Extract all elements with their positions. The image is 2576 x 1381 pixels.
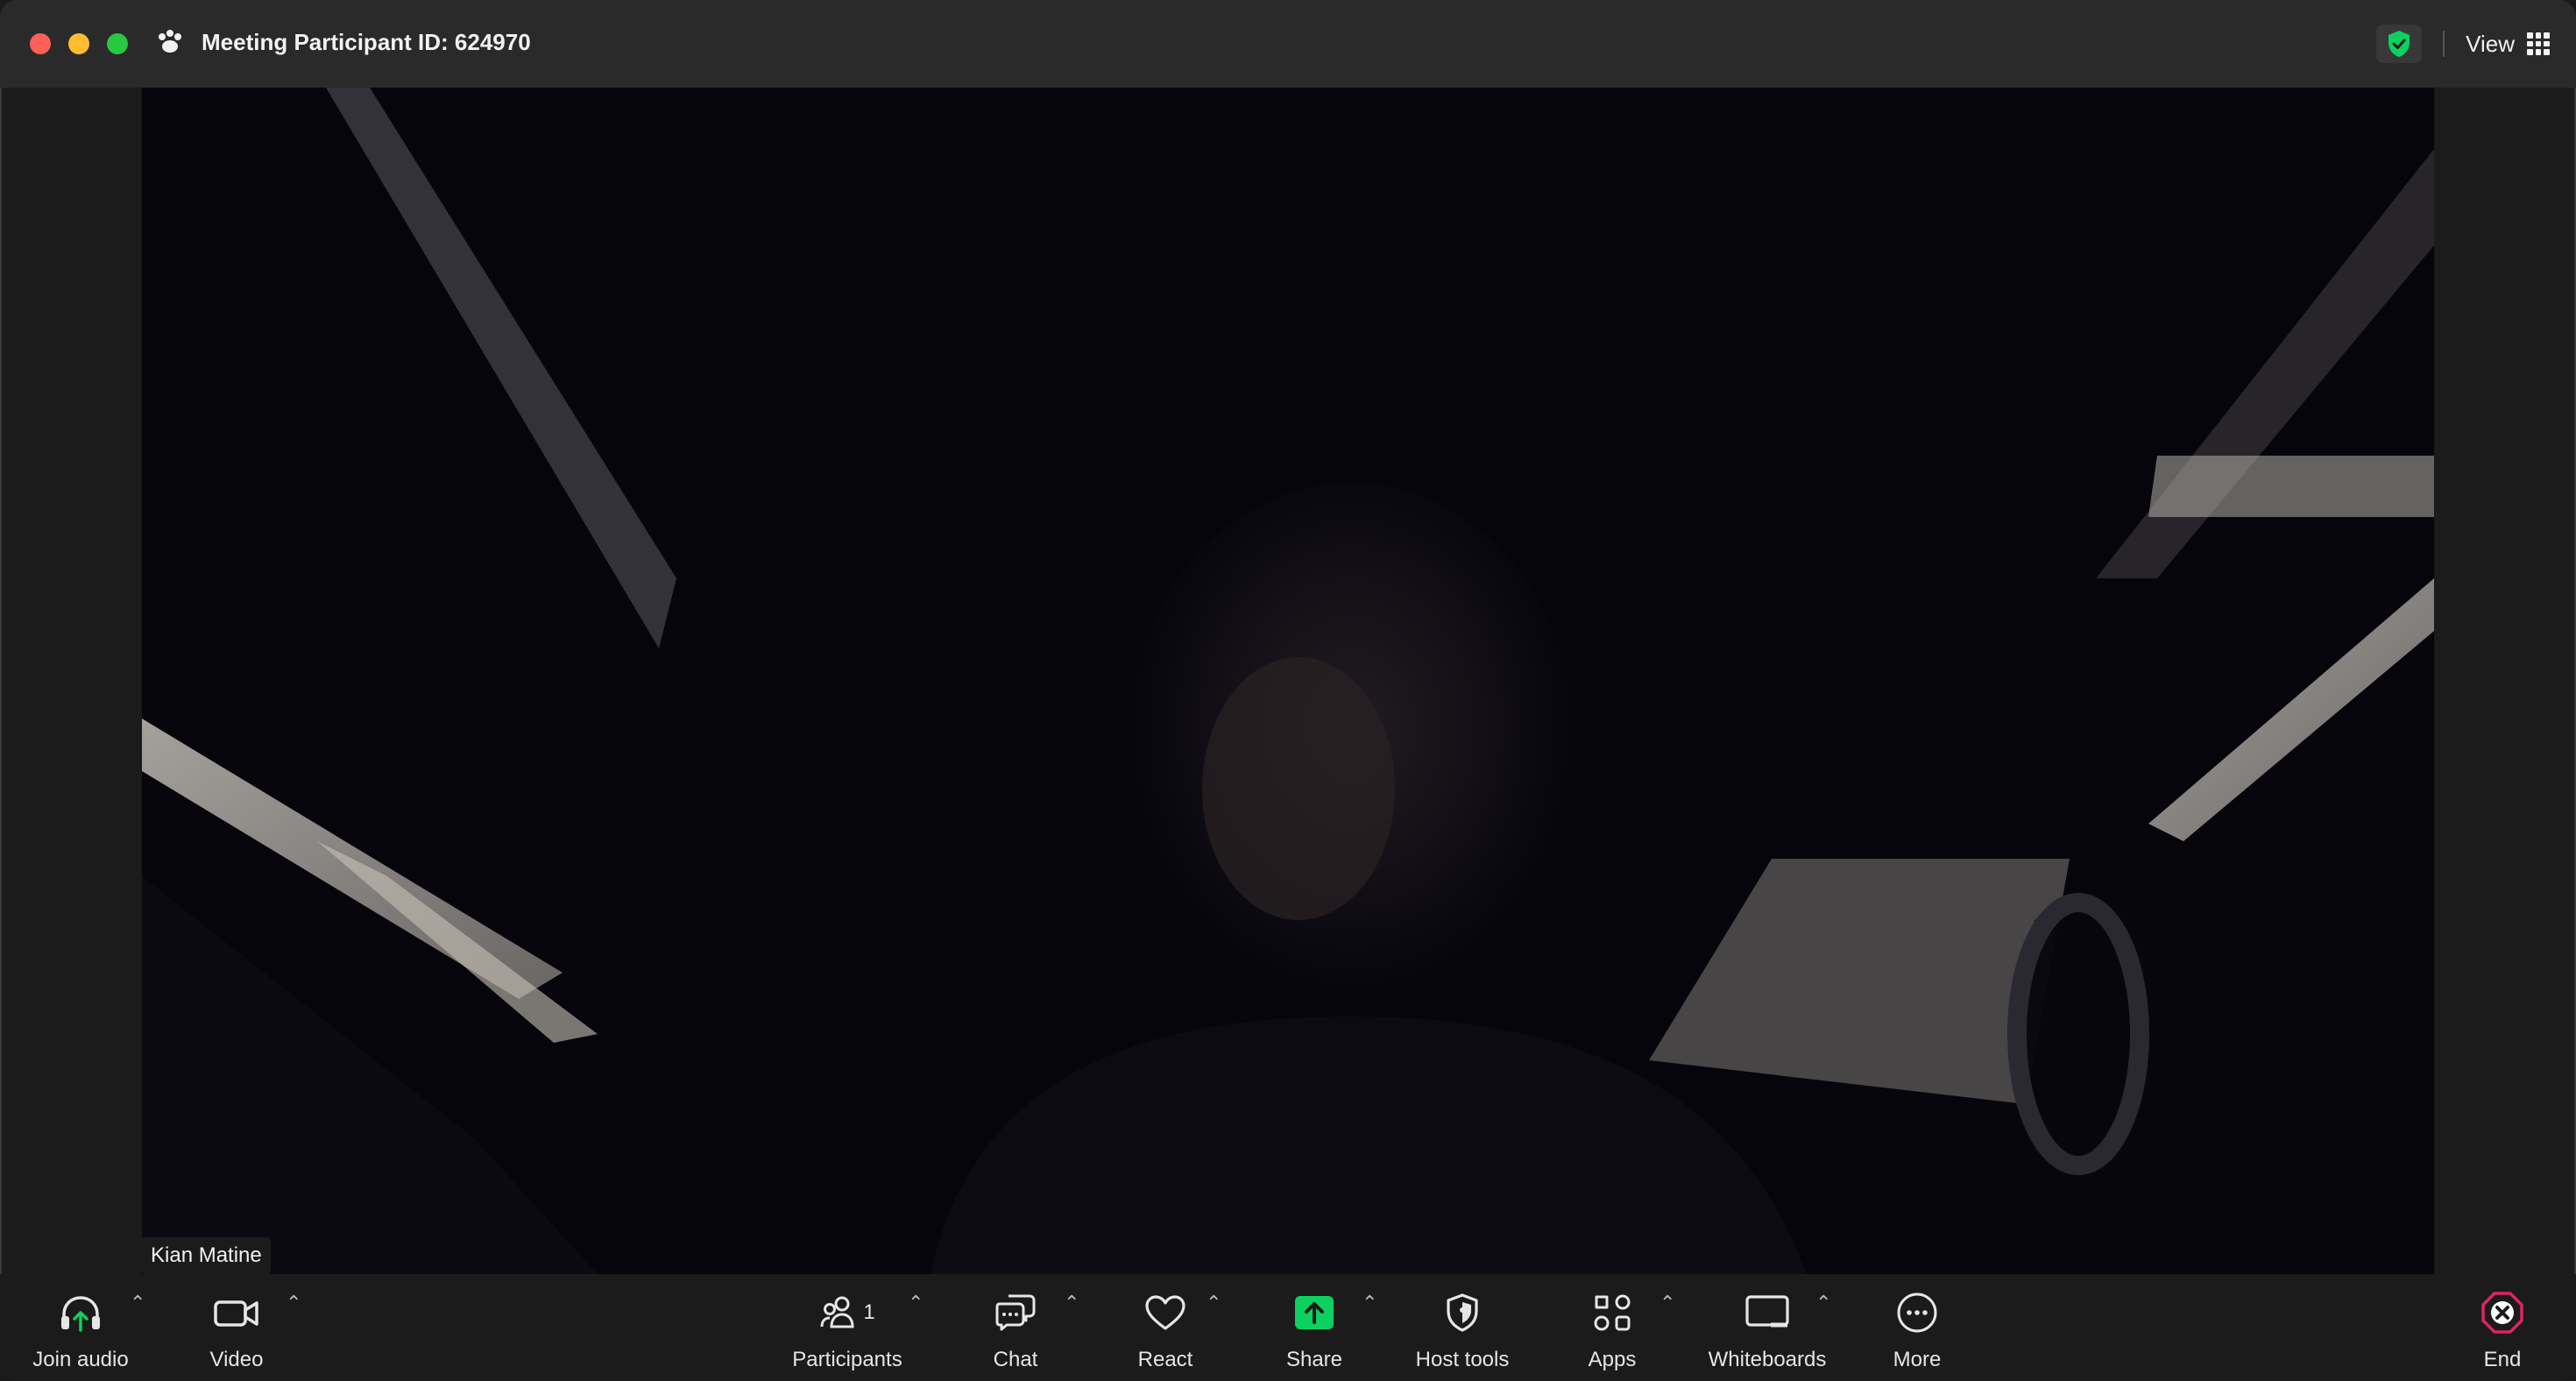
participants-count: 1: [863, 1300, 875, 1324]
host-tools-button[interactable]: Host tools: [1407, 1274, 1518, 1381]
window-title-group: Meeting Participant ID: 624970: [154, 26, 531, 58]
end-label: End: [2483, 1348, 2522, 1371]
join-audio-options-caret[interactable]: ⌃: [130, 1293, 145, 1313]
title-separator: [2443, 31, 2445, 57]
chat-bubbles-icon: [995, 1294, 1036, 1331]
participant-name-tag: Kian Matine: [142, 1237, 271, 1274]
minimize-window-button[interactable]: [68, 33, 89, 54]
meeting-toolbar: Join audio ⌃ Video ⌃ 1 Participants ⌃ Ch…: [0, 1274, 2576, 1381]
heart-icon: [1145, 1295, 1185, 1330]
whiteboards-options-caret[interactable]: ⌃: [1815, 1293, 1831, 1313]
grid-icon: [2527, 32, 2550, 55]
more-label: More: [1893, 1348, 1942, 1371]
apps-label: Apps: [1588, 1348, 1637, 1371]
share-button[interactable]: Share: [1270, 1274, 1358, 1381]
whiteboard-icon: [1745, 1295, 1789, 1328]
end-x-icon: [2481, 1292, 2523, 1334]
chat-button[interactable]: Chat: [973, 1274, 1058, 1381]
close-window-button[interactable]: [30, 33, 51, 54]
title-bar: Meeting Participant ID: 624970 View: [0, 0, 2576, 88]
window-controls: [30, 33, 128, 54]
react-options-caret[interactable]: ⌃: [1206, 1293, 1221, 1313]
security-status-button[interactable]: [2376, 25, 2423, 63]
join-audio-label: Join audio: [32, 1348, 129, 1371]
view-label: View: [2466, 30, 2515, 57]
video-label: Video: [209, 1348, 264, 1371]
whiteboards-label: Whiteboards: [1708, 1348, 1827, 1371]
people-icon: [820, 1296, 854, 1328]
video-frame-image: [142, 88, 2434, 1274]
whiteboards-button[interactable]: Whiteboards: [1702, 1274, 1833, 1381]
video-button[interactable]: Video: [195, 1274, 279, 1381]
title-right-controls: View: [2376, 25, 2550, 63]
react-label: React: [1137, 1348, 1193, 1371]
camera-icon: [214, 1300, 258, 1327]
apps-button[interactable]: Apps: [1570, 1274, 1654, 1381]
paw-icon: [159, 30, 181, 53]
meeting-window: Meeting Participant ID: 624970 View Kian…: [0, 0, 2576, 1381]
participant-video[interactable]: [142, 88, 2434, 1274]
zoom-window-button[interactable]: [107, 33, 128, 54]
join-audio-button[interactable]: Join audio: [26, 1274, 135, 1381]
participants-label: Participants: [792, 1348, 902, 1371]
host-tools-label: Host tools: [1415, 1348, 1510, 1371]
share-options-caret[interactable]: ⌃: [1362, 1293, 1377, 1313]
share-label: Share: [1285, 1348, 1343, 1371]
participants-options-caret[interactable]: ⌃: [908, 1293, 924, 1313]
window-title: Meeting Participant ID: 624970: [202, 28, 531, 55]
apps-icon: [1594, 1294, 1631, 1331]
headphones-icon: [61, 1296, 100, 1332]
react-button[interactable]: React: [1123, 1274, 1207, 1381]
shield-icon: [1447, 1293, 1478, 1332]
apps-options-caret[interactable]: ⌃: [1660, 1293, 1675, 1313]
ellipsis-icon: [1897, 1292, 1937, 1333]
more-button[interactable]: More: [1875, 1274, 1959, 1381]
participants-button[interactable]: 1 Participants: [780, 1274, 915, 1381]
chat-options-caret[interactable]: ⌃: [1064, 1293, 1079, 1313]
view-button[interactable]: View: [2466, 31, 2550, 58]
video-options-caret[interactable]: ⌃: [286, 1293, 301, 1313]
chat-label: Chat: [993, 1348, 1038, 1371]
security-shield-icon: [2388, 31, 2410, 57]
share-arrow-icon: [1295, 1296, 1334, 1329]
end-meeting-button[interactable]: End: [2459, 1274, 2546, 1381]
